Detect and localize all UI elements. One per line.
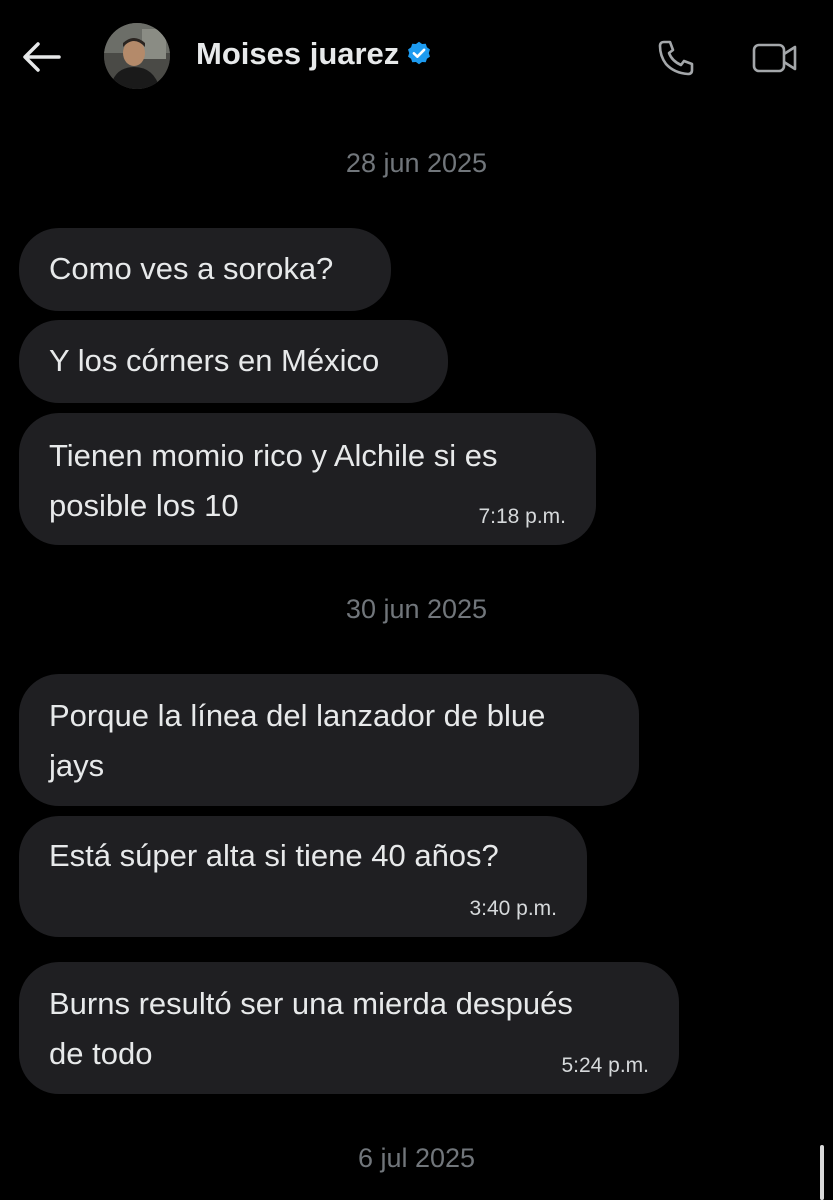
message-timestamp: 3:40 p.m.	[469, 897, 557, 920]
message-text: Porque la línea del lanzador de blue jay…	[49, 698, 546, 783]
message-bubble[interactable]: Tienen momio rico y Alchile si es posibl…	[19, 413, 596, 545]
avatar-photo	[104, 23, 170, 89]
date-separator: 28 jun 2025	[345, 148, 488, 178]
message-text: Como ves a soroka?	[49, 251, 334, 286]
back-button[interactable]	[18, 34, 64, 80]
conversation-header: Moises juarez	[0, 0, 833, 115]
arrow-left-icon	[23, 42, 61, 72]
contact-name-label: Moises juarez	[196, 36, 400, 71]
message-bubble[interactable]: Y los córners en México	[19, 320, 448, 403]
contact-name[interactable]: Moises juarez	[196, 36, 433, 72]
date-separator: 30 jun 2025	[345, 594, 488, 624]
message-text: Burns resultó ser una mierda después de …	[49, 986, 573, 1071]
call-button[interactable]	[654, 36, 698, 80]
message-bubble[interactable]: Está súper alta si tiene 40 años? 3:40 p…	[19, 816, 587, 937]
avatar[interactable]	[104, 23, 170, 89]
video-camera-icon	[752, 43, 797, 73]
message-timestamp: 5:24 p.m.	[561, 1054, 649, 1077]
message-bubble[interactable]: Porque la línea del lanzador de blue jay…	[19, 674, 639, 806]
message-bubble[interactable]: Burns resultó ser una mierda después de …	[19, 962, 679, 1094]
message-timestamp: 7:18 p.m.	[478, 505, 566, 528]
message-text: Y los córners en México	[49, 343, 380, 378]
phone-icon	[658, 40, 694, 76]
date-separator: 6 jul 2025	[357, 1143, 476, 1173]
scrollbar[interactable]	[820, 1145, 824, 1200]
verified-badge-icon	[405, 40, 433, 68]
dm-conversation-screen: Moises juarez 28 jun 2025 Como ves a sor…	[0, 0, 833, 1200]
video-call-button[interactable]	[750, 36, 800, 80]
message-text: Está súper alta si tiene 40 años?	[49, 838, 499, 873]
message-bubble[interactable]: Como ves a soroka?	[19, 228, 391, 311]
